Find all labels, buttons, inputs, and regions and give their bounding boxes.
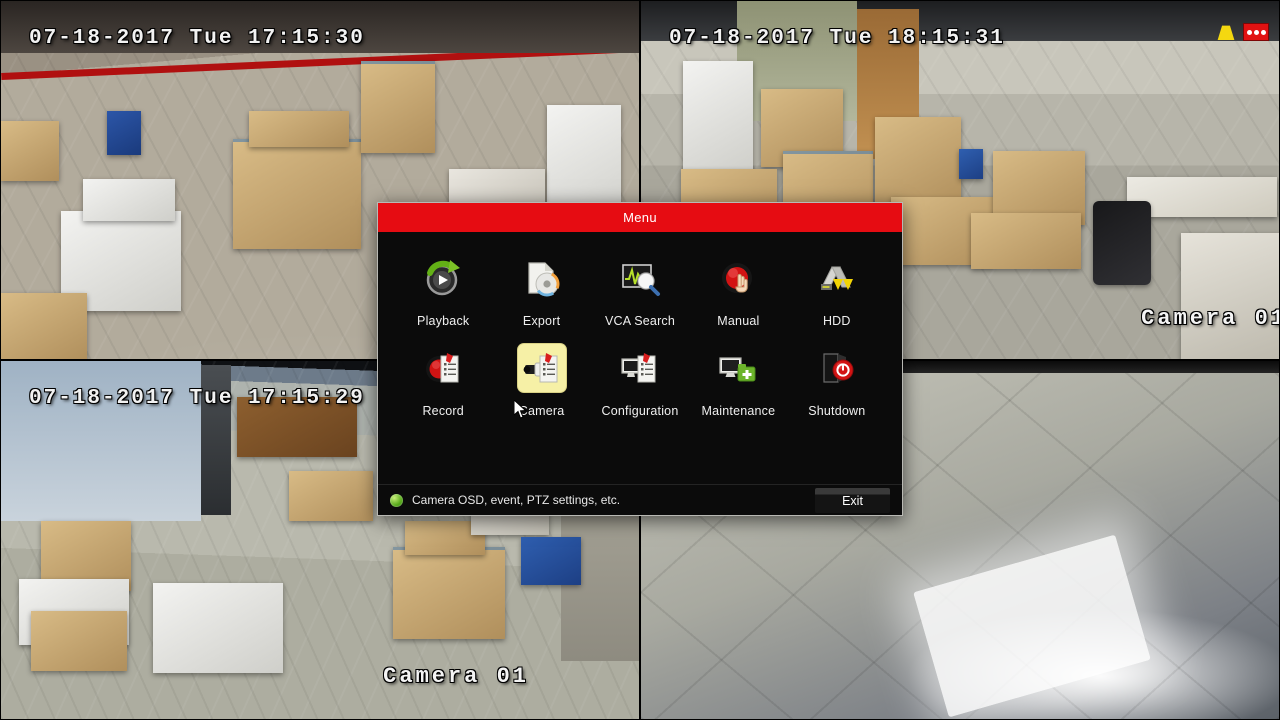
menu-item-shutdown[interactable]: Shutdown [788,344,886,418]
manual-icon [714,254,762,302]
menu-item-record[interactable]: Record [394,344,492,418]
menu-item-label: Shutdown [808,404,866,418]
menu-title-text: Menu [623,210,657,225]
menu-item-label: Record [422,404,464,418]
menu-item-export[interactable]: Export [492,254,590,328]
menu-row-1: Playback Export VCA Search Manual HDD [394,254,886,328]
osd-timestamp: 07-18-2017 Tue 17:15:30 [29,27,365,50]
menu-item-label: Camera [518,404,565,418]
menu-item-label: Export [522,314,561,328]
main-menu-dialog: Menu Playback Export VCA Search Manual H… [377,202,903,516]
camera-settings-icon [517,344,566,392]
osd-camera-label: Camera 01 [383,664,529,689]
menu-title-bar: Menu [378,203,902,232]
menu-item-label: Manual [717,314,760,328]
configuration-icon [616,344,664,392]
osd-timestamp: 07-18-2017 Tue 17:15:29 [29,387,365,410]
menu-item-configuration[interactable]: Configuration [591,344,689,418]
exit-button[interactable]: Exit [815,488,890,513]
menu-item-camera[interactable]: Camera [492,344,590,418]
menu-hint-text: Camera OSD, event, PTZ settings, etc. [412,493,621,507]
menu-footer: Camera OSD, event, PTZ settings, etc. Ex… [378,484,902,515]
menu-row-2: Record Camera Configuration Maintenance … [394,344,886,418]
pane-status-icons [1215,23,1269,41]
menu-item-label: Configuration [601,404,679,418]
export-icon [518,254,566,302]
maintenance-icon [714,344,762,392]
menu-item-label: Playback [417,314,470,328]
hdd-icon [813,254,861,302]
vca-search-icon [616,254,664,302]
menu-body: Playback Export VCA Search Manual HDD Re… [378,232,902,484]
shutdown-icon [813,344,861,392]
alarm-icon [1217,25,1235,40]
playback-icon [419,254,467,302]
menu-item-playback[interactable]: Playback [394,254,492,328]
record-icon [1243,23,1269,41]
osd-camera-label: Camera 01 [1141,306,1280,331]
menu-item-label: VCA Search [604,314,676,328]
menu-item-manual[interactable]: Manual [689,254,787,328]
record-settings-icon [419,344,467,392]
menu-item-label: HDD [822,314,851,328]
menu-item-hdd[interactable]: HDD [788,254,886,328]
help-icon [390,493,403,507]
osd-timestamp: 07-18-2017 Tue 18:15:31 [669,27,1005,50]
dvr-screen: 07-18-2017 Tue 17:15:30 07-18-2017 Tue 1… [0,0,1280,720]
menu-item-maintenance[interactable]: Maintenance [689,344,787,418]
menu-item-vca-search[interactable]: VCA Search [591,254,689,328]
menu-item-label: Maintenance [701,404,776,418]
exit-button-label: Exit [842,493,863,508]
